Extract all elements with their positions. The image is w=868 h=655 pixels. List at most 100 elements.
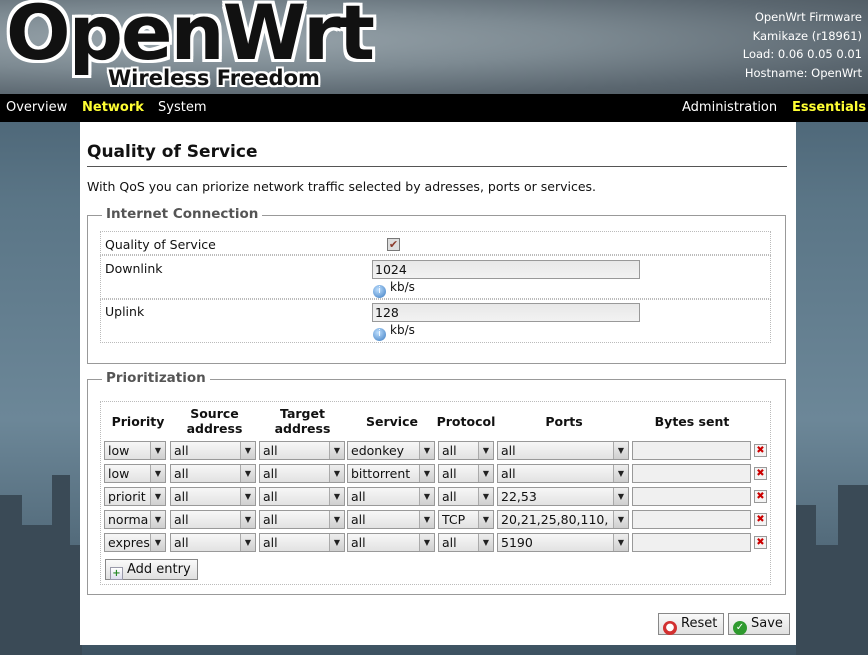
chevron-down-icon[interactable]: ▼ xyxy=(613,534,628,551)
chevron-down-icon[interactable]: ▼ xyxy=(478,534,493,551)
chevron-down-icon[interactable]: ▼ xyxy=(150,511,165,528)
target-select[interactable]: all ▼ xyxy=(259,487,345,506)
chevron-down-icon[interactable]: ▼ xyxy=(329,534,344,551)
reset-button[interactable]: ● Reset xyxy=(658,613,725,635)
ports-select[interactable]: 20,21,25,80,110, ▼ xyxy=(497,510,629,529)
ports-select[interactable]: 22,53 ▼ xyxy=(497,487,629,506)
service-select[interactable]: edonkey ▼ xyxy=(347,441,435,460)
chevron-down-icon[interactable]: ▼ xyxy=(329,511,344,528)
source-value: all xyxy=(174,512,189,527)
page-title: Quality of Service xyxy=(87,142,787,167)
target-value: all xyxy=(263,512,278,527)
chevron-down-icon[interactable]: ▼ xyxy=(613,465,628,482)
save-button[interactable]: ✓ Save xyxy=(728,613,790,635)
chevron-down-icon[interactable]: ▼ xyxy=(613,488,628,505)
chevron-down-icon[interactable]: ▼ xyxy=(240,488,255,505)
reset-icon: ● xyxy=(663,621,677,635)
protocol-select[interactable]: TCP ▼ xyxy=(438,510,494,529)
service-select[interactable]: bittorrent ▼ xyxy=(347,464,435,483)
delete-row-icon[interactable]: ✖ xyxy=(754,536,767,549)
bytes-field[interactable] xyxy=(632,464,751,483)
priority-select[interactable]: norma ▼ xyxy=(104,510,166,529)
chevron-down-icon[interactable]: ▼ xyxy=(419,465,434,482)
service-select[interactable]: all ▼ xyxy=(347,510,435,529)
delete-row-icon[interactable]: ✖ xyxy=(754,513,767,526)
ports-select[interactable]: all ▼ xyxy=(497,464,629,483)
nav-administration[interactable]: Administration xyxy=(682,100,777,115)
qos-enable-label: Quality of Service xyxy=(105,237,216,252)
chevron-down-icon[interactable]: ▼ xyxy=(240,511,255,528)
column-header-priority: Priority xyxy=(111,414,165,429)
uplink-input[interactable]: 128 xyxy=(372,303,640,322)
column-header-ports: Ports xyxy=(545,414,583,429)
chevron-down-icon[interactable]: ▼ xyxy=(150,488,165,505)
service-select[interactable]: all ▼ xyxy=(347,487,435,506)
priority-select[interactable]: low ▼ xyxy=(104,464,166,483)
chevron-down-icon[interactable]: ▼ xyxy=(478,442,493,459)
priority-select[interactable]: priorit ▼ xyxy=(104,487,166,506)
ports-select[interactable]: 5190 ▼ xyxy=(497,533,629,552)
chevron-down-icon[interactable]: ▼ xyxy=(329,465,344,482)
bytes-field[interactable] xyxy=(632,510,751,529)
nav-network[interactable]: Network xyxy=(82,100,144,115)
priority-select[interactable]: low ▼ xyxy=(104,441,166,460)
source-select[interactable]: all ▼ xyxy=(170,464,256,483)
nav-overview[interactable]: Overview xyxy=(6,100,67,115)
chevron-down-icon[interactable]: ▼ xyxy=(613,511,628,528)
delete-row-icon[interactable]: ✖ xyxy=(754,490,767,503)
service-value: edonkey xyxy=(351,443,405,458)
nav-essentials[interactable]: Essentials xyxy=(792,100,866,115)
target-select[interactable]: all ▼ xyxy=(259,441,345,460)
chevron-down-icon[interactable]: ▼ xyxy=(240,442,255,459)
protocol-select[interactable]: all ▼ xyxy=(438,464,494,483)
bytes-field[interactable] xyxy=(632,487,751,506)
chevron-down-icon[interactable]: ▼ xyxy=(150,534,165,551)
nav-system[interactable]: System xyxy=(158,100,206,115)
hostname: Hostname: OpenWrt xyxy=(744,65,862,80)
delete-row-icon[interactable]: ✖ xyxy=(754,444,767,457)
source-select[interactable]: all ▼ xyxy=(170,533,256,552)
chevron-down-icon[interactable]: ▼ xyxy=(478,465,493,482)
service-select[interactable]: all ▼ xyxy=(347,533,435,552)
chevron-down-icon[interactable]: ▼ xyxy=(419,488,434,505)
priority-value: low xyxy=(108,443,130,458)
chevron-down-icon[interactable]: ▼ xyxy=(329,488,344,505)
chevron-down-icon[interactable]: ▼ xyxy=(478,511,493,528)
chevron-down-icon[interactable]: ▼ xyxy=(613,442,628,459)
chevron-down-icon[interactable]: ▼ xyxy=(419,442,434,459)
protocol-select[interactable]: all ▼ xyxy=(438,487,494,506)
target-select[interactable]: all ▼ xyxy=(259,510,345,529)
priority-select[interactable]: expres ▼ xyxy=(104,533,166,552)
target-value: all xyxy=(263,443,278,458)
chevron-down-icon[interactable]: ▼ xyxy=(419,534,434,551)
source-select[interactable]: all ▼ xyxy=(170,510,256,529)
chevron-down-icon[interactable]: ▼ xyxy=(419,511,434,528)
target-select[interactable]: all ▼ xyxy=(259,533,345,552)
bytes-field[interactable] xyxy=(632,441,751,460)
delete-row-icon[interactable]: ✖ xyxy=(754,467,767,480)
qos-enable-checkbox[interactable]: ✔ xyxy=(387,238,400,251)
uplink-unit: kb/s xyxy=(390,323,415,337)
service-value: all xyxy=(351,512,366,527)
target-select[interactable]: all ▼ xyxy=(259,464,345,483)
add-icon: + xyxy=(110,567,123,580)
ports-select[interactable]: all ▼ xyxy=(497,441,629,460)
source-select[interactable]: all ▼ xyxy=(170,487,256,506)
downlink-row: Downlink 1024 i kb/s xyxy=(100,255,771,299)
chevron-down-icon[interactable]: ▼ xyxy=(240,534,255,551)
downlink-input[interactable]: 1024 xyxy=(372,260,640,279)
chevron-down-icon[interactable]: ▼ xyxy=(240,465,255,482)
save-label: Save xyxy=(751,616,783,631)
bytes-field[interactable] xyxy=(632,533,751,552)
protocol-select[interactable]: all ▼ xyxy=(438,441,494,460)
chevron-down-icon[interactable]: ▼ xyxy=(150,442,165,459)
source-select[interactable]: all ▼ xyxy=(170,441,256,460)
column-header-service: Service xyxy=(366,414,418,429)
protocol-select[interactable]: all ▼ xyxy=(438,533,494,552)
chevron-down-icon[interactable]: ▼ xyxy=(478,488,493,505)
add-entry-button[interactable]: + Add entry xyxy=(105,559,198,580)
chevron-down-icon[interactable]: ▼ xyxy=(150,465,165,482)
qos-enable-row: Quality of Service ✔ xyxy=(100,231,771,255)
chevron-down-icon[interactable]: ▼ xyxy=(329,442,344,459)
ports-value: 20,21,25,80,110, xyxy=(501,512,609,527)
